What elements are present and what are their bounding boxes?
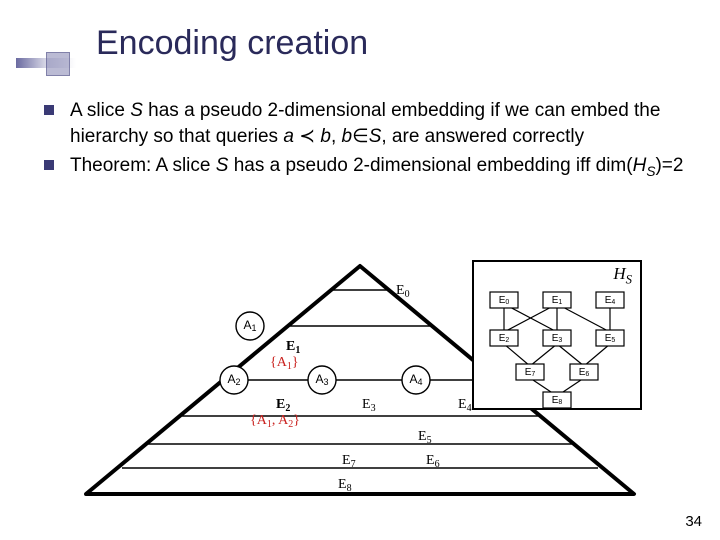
svg-text:{A1}: {A1} (270, 355, 299, 372)
svg-text:E5: E5 (418, 429, 432, 446)
var-S: S (369, 126, 382, 147)
t: , are answered correctly (381, 126, 584, 147)
svg-text:E6: E6 (426, 453, 440, 470)
op-prec: ≺ (294, 126, 320, 147)
t: A slice (70, 100, 130, 121)
svg-text:E1: E1 (286, 339, 300, 356)
svg-text:E8: E8 (338, 477, 352, 494)
page-number: 34 (685, 513, 702, 530)
var-S: S (216, 155, 229, 176)
var-H: H (613, 264, 625, 283)
svg-text:E0: E0 (396, 283, 410, 300)
var-S: S (130, 100, 143, 121)
svg-text:E3: E3 (362, 397, 376, 414)
svg-text:E2: E2 (276, 397, 290, 414)
svg-text:E7: E7 (342, 453, 356, 470)
hs-diagram-box: HS (472, 260, 642, 410)
bullet-2-text: Theorem: A slice S has a pseudo 2-dimens… (70, 155, 683, 176)
bullet-marker-icon (44, 105, 54, 115)
hs-diagram: E0 E1 E4 E2 E3 E5 E7 E6 E8 (474, 282, 640, 410)
slide-title: Encoding creation (96, 24, 368, 63)
t: )=2 (655, 155, 683, 176)
figure: A1 A2 A3 A4 E0 E1 {A1} E2 {A1, A2} E3 E4… (78, 260, 642, 528)
var-b: b (342, 126, 353, 147)
var-a: a (283, 126, 294, 147)
t: has a pseudo 2-dimensional embedding iff… (228, 155, 632, 176)
svg-text:E4: E4 (458, 397, 472, 414)
slide: Encoding creation A slice S has a pseudo… (0, 0, 720, 540)
op-in: ∈ (352, 126, 369, 147)
bullet-2: Theorem: A slice S has a pseudo 2-dimens… (44, 153, 684, 181)
bullet-list: A slice S has a pseudo 2-dimensional emb… (44, 98, 684, 186)
t: Theorem: A slice (70, 155, 216, 176)
title-decoration-square (46, 52, 70, 76)
bullet-1-text: A slice S has a pseudo 2-dimensional emb… (70, 100, 660, 147)
svg-text:{A1, A2}: {A1, A2} (250, 413, 300, 430)
t: , (331, 126, 342, 147)
var-H: H (633, 155, 647, 176)
hs-edges (504, 304, 610, 396)
bullet-1: A slice S has a pseudo 2-dimensional emb… (44, 98, 684, 149)
bullet-marker-icon (44, 160, 54, 170)
title-area: Encoding creation (0, 10, 720, 70)
var-b: b (320, 126, 331, 147)
